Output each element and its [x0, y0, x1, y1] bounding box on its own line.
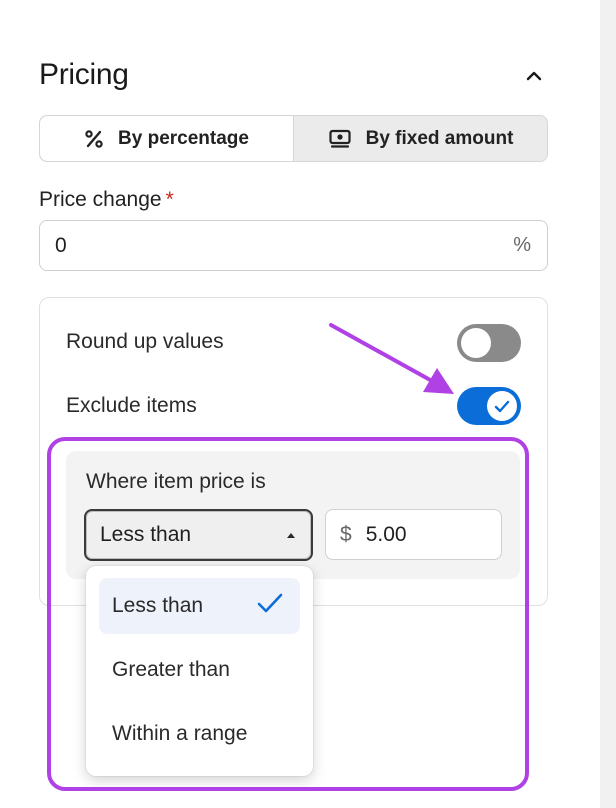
price-change-label: Price change *	[39, 188, 174, 212]
exclude-items-toggle[interactable]	[457, 387, 521, 425]
caret-up-icon	[287, 533, 295, 538]
percent-icon	[85, 129, 103, 148]
dropdown-option-label: Greater than	[112, 658, 230, 681]
by-percentage-option[interactable]: By percentage	[40, 116, 294, 161]
by-fixed-amount-label: By fixed amount	[365, 127, 514, 149]
price-amount-value: 5.00	[365, 522, 407, 546]
right-rail	[600, 0, 616, 808]
condition-select-value: Less than	[100, 523, 192, 546]
dropdown-option-within-a-range[interactable]: Within a range	[99, 706, 300, 762]
dollar-prefix: $	[340, 522, 352, 546]
dropdown-option-label: Less than	[112, 594, 204, 617]
dropdown-option-label: Within a range	[112, 722, 248, 745]
condition-dropdown-menu: Less than Greater than Within a range	[86, 566, 313, 776]
percent-suffix: %	[513, 234, 531, 256]
checkmark-icon	[494, 400, 510, 412]
condition-select[interactable]: Less than	[84, 509, 313, 561]
chevron-up-icon	[526, 71, 542, 81]
price-change-value: 0	[55, 233, 67, 257]
check-icon	[257, 593, 283, 613]
price-amount-input[interactable]: $ 5.00	[325, 509, 502, 560]
by-percentage-label: By percentage	[118, 127, 249, 149]
cash-icon	[328, 129, 351, 148]
exclude-items-label: Exclude items	[66, 394, 197, 417]
dropdown-option-less-than[interactable]: Less than	[99, 578, 300, 634]
by-fixed-amount-option[interactable]: By fixed amount	[294, 116, 547, 161]
section-title: Pricing	[39, 58, 129, 91]
dropdown-option-greater-than[interactable]: Greater than	[99, 642, 300, 698]
where-item-price-label: Where item price is	[86, 470, 266, 493]
round-up-values-label: Round up values	[66, 330, 224, 353]
collapse-button[interactable]	[520, 62, 548, 90]
round-up-values-toggle[interactable]	[457, 324, 521, 362]
toggle-knob	[487, 391, 517, 421]
price-change-input[interactable]: 0 %	[39, 220, 548, 271]
pricing-mode-segmented-control: By percentage By fixed amount	[39, 115, 548, 162]
price-change-label-text: Price change	[39, 188, 162, 211]
required-indicator: *	[165, 188, 174, 211]
toggle-knob	[461, 328, 491, 358]
